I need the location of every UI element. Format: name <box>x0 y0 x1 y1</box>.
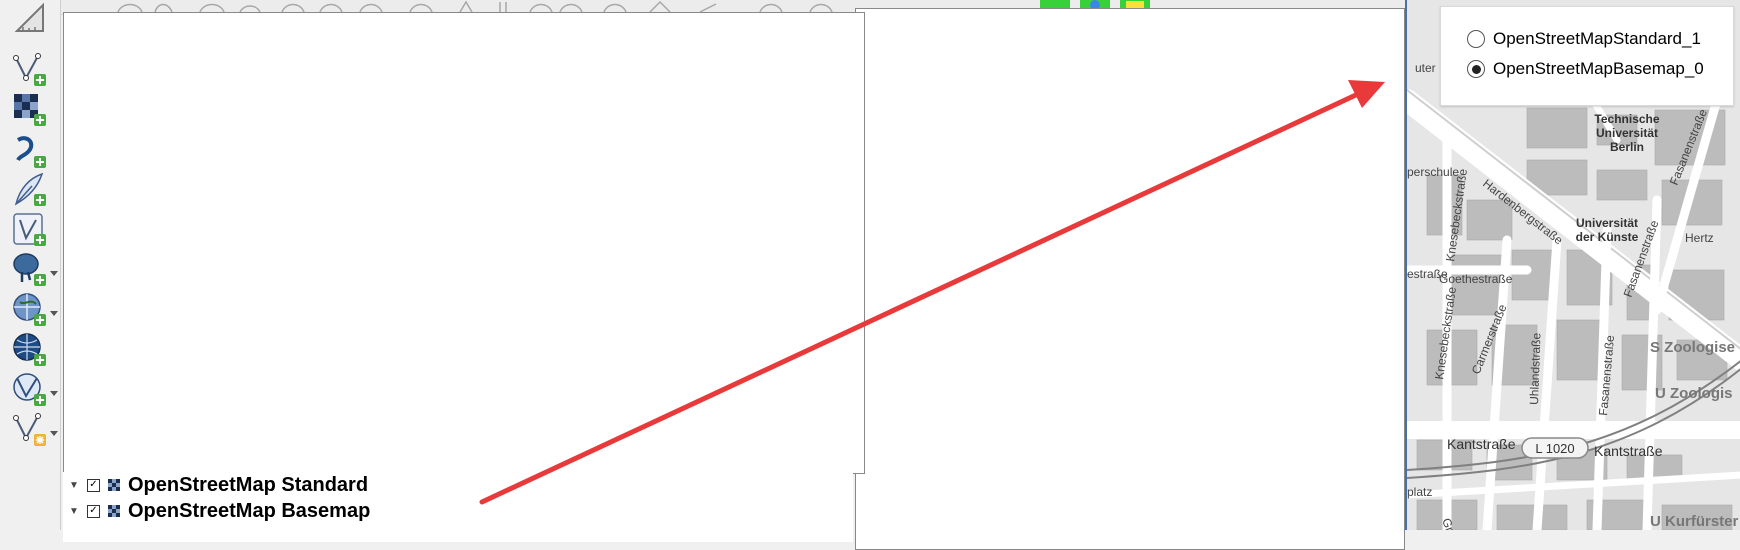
digitize-button[interactable] <box>10 172 50 208</box>
postgis-icon <box>13 253 46 286</box>
map-tool-icon[interactable] <box>117 3 143 13</box>
map-label: U Kurfürster <box>1650 513 1739 530</box>
map-label: Universität <box>1596 126 1658 140</box>
wms-icon <box>13 293 46 326</box>
raster-layer-icon <box>108 479 120 491</box>
measure-icon <box>14 2 44 32</box>
layer-name: OpenStreetMap Basemap <box>128 499 371 522</box>
shapefile-icon <box>13 213 46 246</box>
layer-row[interactable]: ▼ ✓ OpenStreetMap Basemap <box>63 498 370 524</box>
map-label: Kantstraße <box>1447 436 1516 452</box>
chevron-down-icon[interactable] <box>50 391 58 396</box>
chevron-down-icon[interactable] <box>50 271 58 276</box>
map-label: U Zoologis <box>1655 385 1733 402</box>
legend-option[interactable]: OpenStreetMapBasemap_0 <box>1467 59 1704 79</box>
spatialite-icon <box>16 136 46 168</box>
print-layout-panel <box>855 8 1405 550</box>
raster-layer-icon <box>14 94 46 126</box>
layers-panel: ▼ ✓ OpenStreetMap Standard ▼ ✓ OpenStree… <box>63 472 853 542</box>
map-label: der Künste <box>1576 230 1639 244</box>
add-raster-layer-button[interactable] <box>10 92 50 128</box>
map-label: estraße <box>1407 267 1448 281</box>
legend-panel: OpenStreetMapStandard_1 OpenStreetMapBas… <box>1440 6 1734 106</box>
map-label: platz <box>1407 485 1432 499</box>
chevron-down-icon[interactable] <box>50 431 58 436</box>
layer-visibility-checkbox[interactable]: ✓ <box>87 478 100 492</box>
blank-dialog-panel <box>63 12 865 474</box>
legend-option-label: OpenStreetMapBasemap_0 <box>1493 59 1704 78</box>
add-wcs-layer-button[interactable] <box>10 332 50 368</box>
map-label: Kantstraße <box>1594 443 1663 459</box>
digitize-icon <box>14 172 46 206</box>
wfs-icon <box>13 373 46 406</box>
map-label: Hertz <box>1685 231 1714 245</box>
raster-layer-icon <box>108 505 120 517</box>
map-label: Goethestraße <box>1439 272 1513 286</box>
data-source-toolbar <box>0 0 61 530</box>
map-label: Technische <box>1594 112 1659 126</box>
wcs-icon <box>13 333 46 366</box>
map-label: uter <box>1415 61 1436 75</box>
legend-option-label: OpenStreetMapStandard_1 <box>1493 29 1701 48</box>
map-label: Universität <box>1576 216 1638 230</box>
add-spatialite-layer-button[interactable] <box>10 134 50 170</box>
layer-name: OpenStreetMap Standard <box>128 473 369 496</box>
chevron-down-icon[interactable]: ▼ <box>69 480 83 491</box>
route-shield-label: L 1020 <box>1535 441 1574 456</box>
chevron-down-icon[interactable] <box>50 311 58 316</box>
legend-option[interactable]: OpenStreetMapStandard_1 <box>1467 29 1701 49</box>
add-shapefile-button[interactable] <box>10 212 50 248</box>
add-wms-layer-button[interactable] <box>10 292 50 328</box>
chevron-down-icon[interactable]: ▼ <box>69 506 83 517</box>
layer-row[interactable]: ▼ ✓ OpenStreetMap Standard <box>63 472 368 498</box>
add-wfs-layer-button[interactable] <box>10 372 50 408</box>
map-label: S Zoologise <box>1650 339 1735 356</box>
map-label: Uhlandstraße <box>1527 332 1544 405</box>
new-vector-layer-button[interactable] <box>10 52 50 88</box>
add-postgis-layer-button[interactable] <box>10 252 50 288</box>
layer-visibility-checkbox[interactable]: ✓ <box>87 504 100 518</box>
new-vector-layer-icon <box>13 53 46 86</box>
map-label: Berlin <box>1610 140 1644 154</box>
radio-button[interactable] <box>1467 30 1485 48</box>
radio-selected-dot <box>1471 64 1481 74</box>
map-label: perschule <box>1407 165 1459 179</box>
radio-button[interactable] <box>1467 60 1485 78</box>
add-virtual-layer-button[interactable] <box>10 412 50 448</box>
virtual-layer-icon <box>13 413 46 446</box>
measure-button[interactable] <box>10 0 50 36</box>
